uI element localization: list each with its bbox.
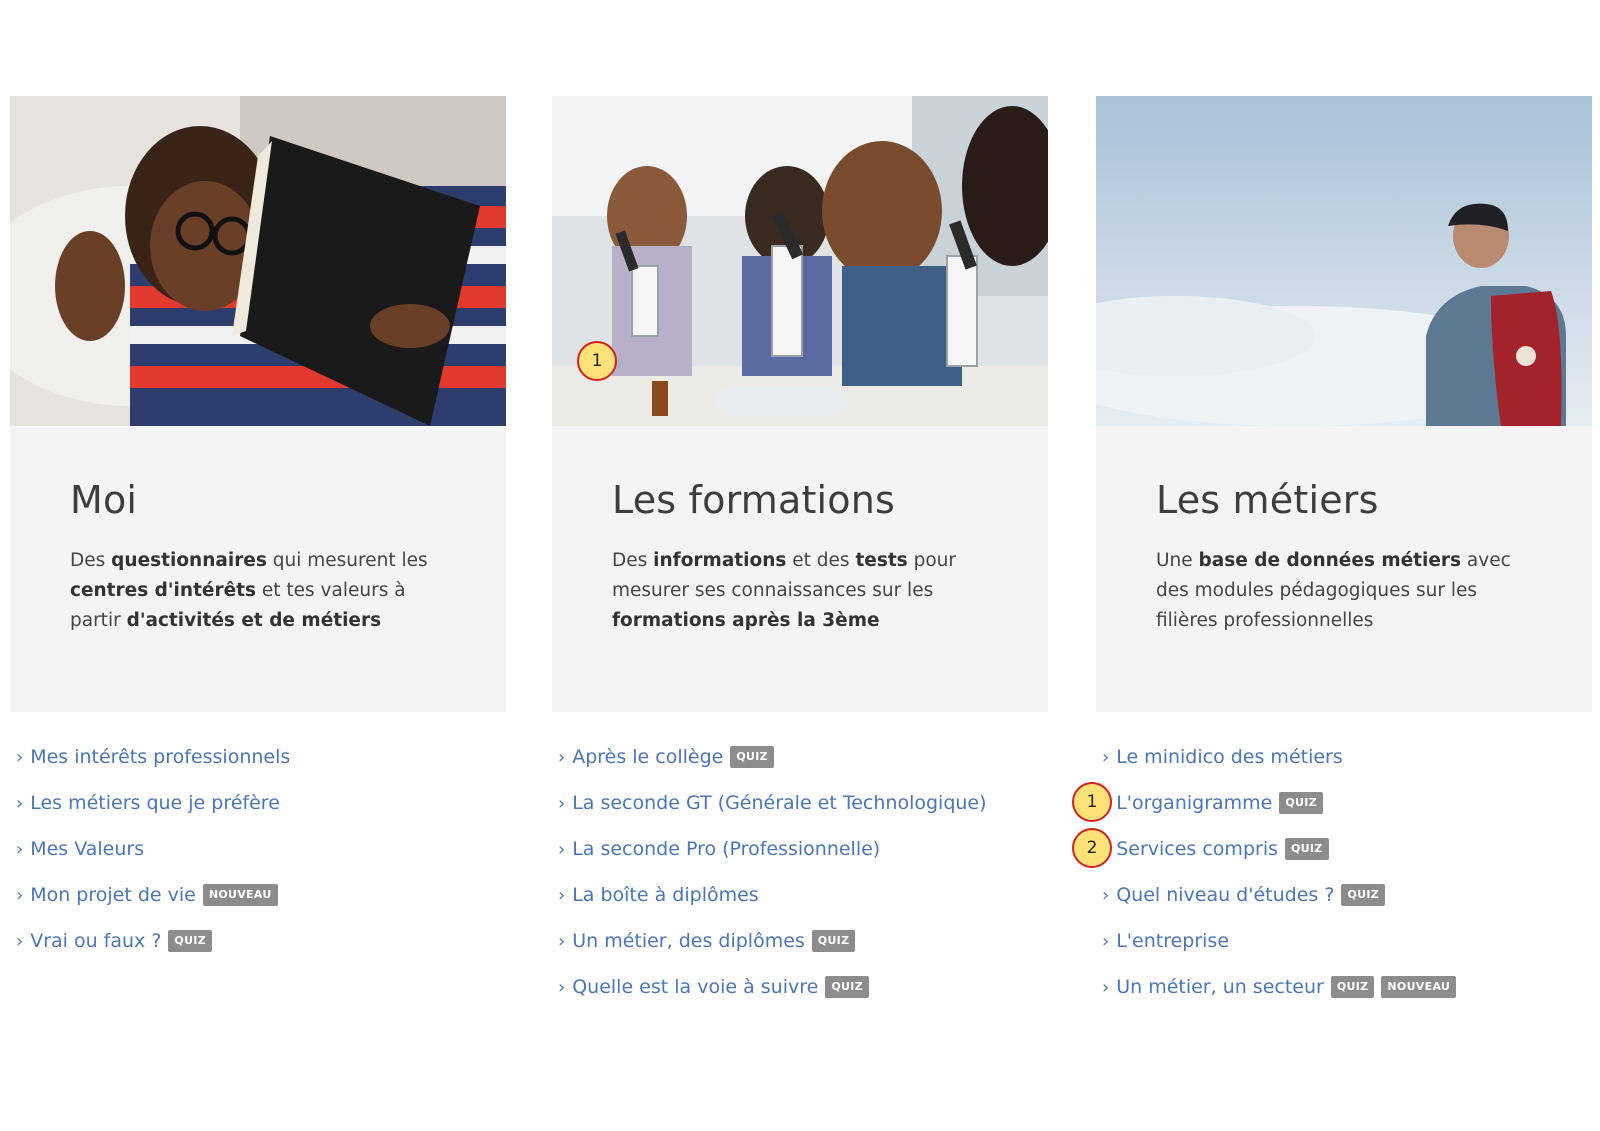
link-label[interactable]: Vrai ou faux ? xyxy=(30,930,161,952)
column-formations: 1 Les formations Des informations et des… xyxy=(552,96,1048,1010)
quiz-badge: QUIZ xyxy=(1341,884,1385,906)
link-item[interactable]: › Le minidico des métiers xyxy=(1102,734,1592,780)
description-bold-text: informations xyxy=(653,550,787,571)
link-item[interactable]: ›Services comprisQUIZ xyxy=(1102,826,1592,872)
chevron-right-icon: › xyxy=(16,792,24,814)
link-item[interactable]: › La seconde Pro (Professionnelle) xyxy=(558,826,1048,872)
description-text: Une xyxy=(1156,550,1199,571)
link-label[interactable]: Mes Valeurs xyxy=(30,838,144,860)
link-item[interactable]: › Mes intérêts professionnels xyxy=(16,734,506,780)
link-item[interactable]: › Un métier, un secteur QUIZ NOUVEAU xyxy=(1102,964,1592,1010)
link-label[interactable]: Quelle est la voie à suivre xyxy=(572,976,818,998)
link-item[interactable]: › Mes Valeurs xyxy=(16,826,506,872)
link-item[interactable]: › Vrai ou faux ? QUIZ xyxy=(16,918,506,964)
link-label[interactable]: Un métier, un secteur xyxy=(1116,976,1324,998)
link-label[interactable]: Mes intérêts professionnels xyxy=(30,746,290,768)
quiz-badge: QUIZ xyxy=(811,930,856,952)
chevron-right-icon: › xyxy=(558,884,566,906)
quiz-badge: QUIZ xyxy=(1330,976,1375,998)
link-list: › Le minidico des métiers › L'organigramme Q… xyxy=(1096,712,1592,1010)
chevron-right-icon: › xyxy=(16,838,24,860)
card-description: Des informations et des tests pour mesur… xyxy=(612,546,988,636)
description-text: qui mesurent les xyxy=(266,550,428,571)
quiz-badge: QUIZ xyxy=(825,976,869,998)
link-label[interactable]: Un métier, des diplômes xyxy=(572,930,805,952)
link-item[interactable]: › La seconde GT (Générale et Technologiqu… xyxy=(558,780,1048,826)
description-text: Des xyxy=(70,550,112,571)
card-description: Une base de données métiers avec des mod… xyxy=(1156,546,1532,636)
link-label[interactable]: L'entreprise xyxy=(1116,930,1229,952)
column-moi: Moi Des questionnaires qui mesurent les … xyxy=(10,96,506,964)
description-text: Des xyxy=(612,550,654,571)
chevron-right-icon: › xyxy=(558,976,566,998)
new-badge: NOUVEAU xyxy=(202,884,278,906)
quiz-badge: QUIZ xyxy=(730,746,774,768)
description-text: et des xyxy=(786,550,856,571)
link-item[interactable]: › Quelle est la voie à suivre QUIZ xyxy=(558,964,1048,1010)
chevron-right-icon: › xyxy=(1102,884,1110,906)
link-label[interactable]: La seconde Pro (Professionnelle) xyxy=(572,838,880,860)
card-description: Des questionnaires qui mesurent les cent… xyxy=(70,546,446,636)
description-bold-text: centres d'intérêts xyxy=(70,580,256,601)
annotation-marker: 2 xyxy=(1072,828,1112,868)
chevron-right-icon: › xyxy=(1102,930,1110,952)
link-label[interactable]: Après le collège xyxy=(572,746,723,768)
student-reading-photo[interactable] xyxy=(10,96,506,426)
description-bold-text: questionnaires xyxy=(111,550,267,571)
link-item[interactable]: › Après le collège QUIZ xyxy=(558,734,1048,780)
quiz-badge: QUIZ xyxy=(1279,792,1323,814)
link-label[interactable]: Les métiers que je préfère xyxy=(30,792,280,814)
chevron-right-icon: › xyxy=(558,792,566,814)
description-bold-text: tests xyxy=(855,550,908,571)
description-bold-text: base de données métiers xyxy=(1198,550,1462,571)
card-metiers: Les métiers Une base de données métiers … xyxy=(1096,426,1592,712)
chevron-right-icon: › xyxy=(16,746,24,768)
link-label[interactable]: Mon projet de vie xyxy=(30,884,196,906)
link-item[interactable]: › L'entreprise xyxy=(1102,918,1592,964)
link-label[interactable]: La boîte à diplômes xyxy=(572,884,759,906)
link-list: › Après le collège QUIZ › La seconde GT (Gén… xyxy=(552,712,1048,1010)
link-item[interactable]: › Mon projet de vie NOUVEAU xyxy=(16,872,506,918)
card-title: Les formations xyxy=(612,478,896,522)
link-item[interactable]: › Quel niveau d'études ? QUIZ xyxy=(1102,872,1592,918)
card-moi: Moi Des questionnaires qui mesurent les … xyxy=(10,426,506,712)
link-label[interactable]: Quel niveau d'études ? xyxy=(1116,884,1334,906)
link-label[interactable]: L'organigramme xyxy=(1116,792,1272,814)
chevron-right-icon: › xyxy=(1102,746,1110,768)
chevron-right-icon: › xyxy=(16,884,24,906)
link-label[interactable]: La seconde GT (Générale et Technologique… xyxy=(572,792,986,814)
chevron-right-icon: › xyxy=(1102,976,1110,998)
description-bold-text: d'activités et de métiers xyxy=(126,610,382,631)
card-formations: Les formations Des informations et des t… xyxy=(552,426,1048,712)
students-microscopes-photo[interactable]: 1 xyxy=(552,96,1048,426)
annotation-marker: 1 xyxy=(1072,782,1112,822)
quiz-badge: QUIZ xyxy=(1285,838,1329,860)
link-list: › Mes intérêts professionnels › Les métiers… xyxy=(10,712,506,964)
card-title: Les métiers xyxy=(1156,478,1379,522)
description-bold-text: formations après la 3ème xyxy=(612,610,880,631)
column-metiers: Les métiers Une base de données métiers … xyxy=(1096,96,1592,1010)
chevron-right-icon: › xyxy=(558,838,566,860)
new-badge: NOUVEAU xyxy=(1381,976,1457,998)
hiker-sky-photo[interactable] xyxy=(1096,96,1592,426)
quiz-badge: QUIZ xyxy=(168,930,212,952)
chevron-right-icon: › xyxy=(16,930,24,952)
page: Moi Des questionnaires qui mesurent les … xyxy=(0,0,1600,1131)
link-item[interactable]: › La boîte à diplômes xyxy=(558,872,1048,918)
chevron-right-icon: › xyxy=(558,746,566,768)
link-label[interactable]: Le minidico des métiers xyxy=(1116,746,1343,768)
link-item[interactable]: › Un métier, des diplômes QUIZ xyxy=(558,918,1048,964)
chevron-right-icon: › xyxy=(558,930,566,952)
annotation-marker: 1 xyxy=(577,341,617,381)
link-item[interactable]: › Les métiers que je préfère xyxy=(16,780,506,826)
link-label[interactable]: Services compris xyxy=(1116,838,1278,860)
link-item[interactable]: ›L'organigrammeQUIZ xyxy=(1102,780,1592,826)
card-title: Moi xyxy=(70,478,138,522)
